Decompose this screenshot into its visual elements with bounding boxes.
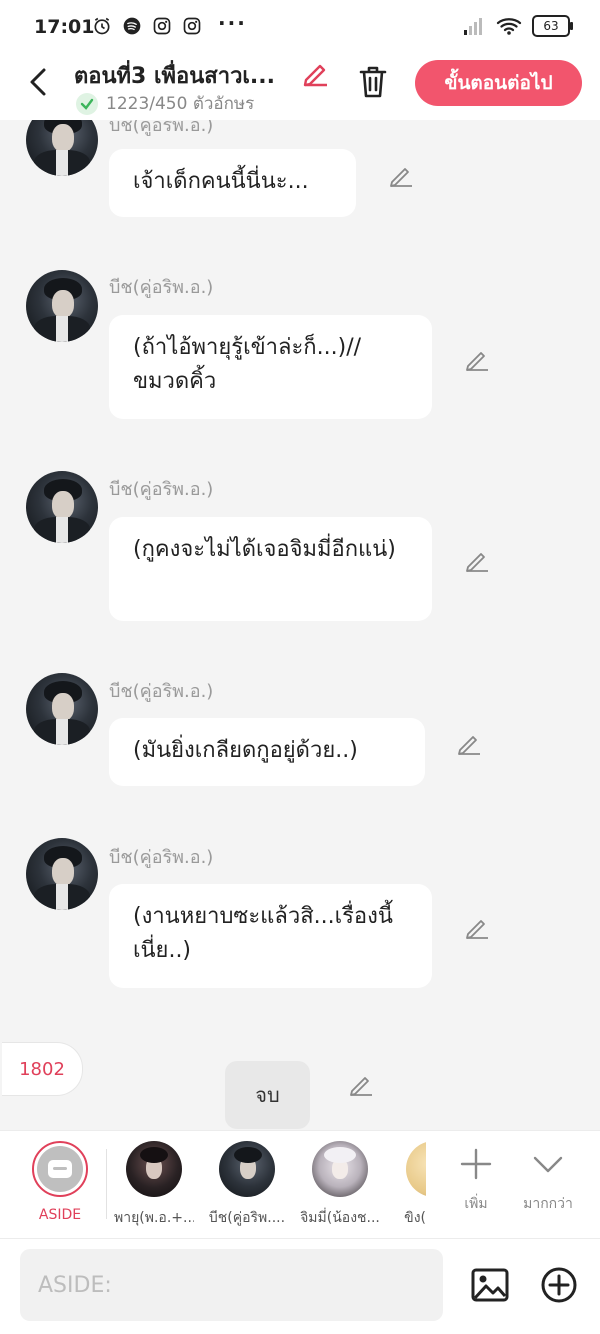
character-name: ขิง(	[404, 1210, 426, 1226]
signal-icon	[464, 18, 482, 35]
message-input[interactable]: ASIDE:	[20, 1249, 443, 1321]
wifi-icon	[496, 18, 522, 35]
add-label: เพิ่ม	[464, 1196, 488, 1212]
edit-message-icon[interactable]	[464, 547, 490, 573]
status-bar: 17:01 ··· 63	[0, 0, 600, 56]
message-bubble[interactable]: (ถ้าไอ้พายุรู้เข้าล่ะก็...)// ขมวดคิ้ว	[109, 315, 432, 419]
alarm-icon	[94, 17, 110, 35]
character-count: 1223/450 ตัวอักษร	[76, 90, 254, 117]
sender-name: บีช(คู่อริพ.อ.)	[109, 479, 214, 500]
aside-icon	[37, 1146, 83, 1192]
back-arrow-icon[interactable]	[24, 64, 54, 100]
edit-title-icon[interactable]	[300, 58, 330, 88]
top-app-bar: ตอนที่3 เพื่อนสาวเ... 1223/450 ตัวอักษร …	[0, 56, 600, 120]
character-name: บีช(คู่อริพ....	[208, 1210, 286, 1226]
character-avatar	[219, 1141, 275, 1197]
character-name: พายุ(พ.อ.+...	[114, 1210, 194, 1226]
end-bubble[interactable]: จบ	[225, 1061, 310, 1129]
avatar[interactable]	[26, 120, 98, 176]
character-avatar	[406, 1141, 426, 1197]
message-list[interactable]: บีช(คู่อริพ.อ.) เจ้าเด็กคนนี้นี่นะ... บี…	[0, 120, 600, 1130]
instagram-icon	[153, 17, 171, 35]
sender-name: บีช(คู่อริพ.อ.)	[109, 681, 214, 702]
instagram-icon	[183, 17, 201, 35]
edit-message-icon[interactable]	[464, 914, 490, 940]
next-step-button[interactable]: ขั้นตอนต่อไป	[415, 60, 582, 106]
more-button[interactable]: มากกว่า	[518, 1147, 578, 1215]
avatar[interactable]	[26, 838, 98, 910]
status-time: 17:01	[34, 16, 95, 38]
character-chip[interactable]: พายุ(พ.อ.+...	[114, 1141, 194, 1229]
edit-message-icon[interactable]	[464, 346, 490, 372]
message-bubble[interactable]: (มันยิ่งเกลียดกูอยู่ด้วย..)	[109, 718, 425, 786]
picker-divider	[106, 1149, 107, 1219]
spotify-icon	[123, 17, 141, 35]
edit-message-icon[interactable]	[456, 730, 482, 756]
edit-message-icon[interactable]	[388, 162, 414, 188]
trash-icon[interactable]	[357, 64, 389, 100]
add-character-button[interactable]: เพิ่ม	[446, 1147, 506, 1215]
add-circle-icon[interactable]	[540, 1266, 578, 1304]
image-icon[interactable]	[470, 1265, 510, 1305]
character-name: จิมมี่(น้องช...	[300, 1210, 380, 1226]
battery-icon: 63	[532, 15, 573, 37]
avatar[interactable]	[26, 471, 98, 543]
character-avatar	[126, 1141, 182, 1197]
message-bubble[interactable]: (กูคงจะไม่ได้เจอจิมมี่อีกแน่)	[109, 517, 432, 621]
character-count-text: 1223/450 ตัวอักษร	[106, 94, 255, 114]
character-name: ASIDE	[38, 1207, 82, 1223]
end-count-badge[interactable]: 1802	[2, 1042, 83, 1096]
sender-name: บีช(คู่อริพ.อ.)	[109, 120, 214, 136]
character-chip[interactable]: บีช(คู่อริพ....	[207, 1141, 287, 1229]
message-bubble[interactable]: (งานหยาบซะแล้วสิ...เรื่องนี้เนี่ย..)	[109, 884, 432, 988]
character-chip[interactable]: จิมมี่(น้องช...	[300, 1141, 380, 1229]
input-bar: ASIDE:	[0, 1238, 600, 1334]
message-bubble[interactable]: เจ้าเด็กคนนี้นี่นะ...	[109, 149, 356, 217]
more-notifications-icon: ···	[218, 11, 247, 35]
plus-icon	[460, 1148, 492, 1180]
more-label: มากกว่า	[523, 1196, 573, 1212]
edit-end-icon[interactable]	[348, 1071, 374, 1097]
sender-name: บีช(คู่อริพ.อ.)	[109, 277, 214, 298]
character-picker: ASIDE พายุ(พ.อ.+... บีช(คู่อริพ.... จิมม…	[0, 1130, 600, 1239]
episode-title: ตอนที่3 เพื่อนสาวเ...	[74, 64, 276, 89]
avatar[interactable]	[26, 673, 98, 745]
character-chip[interactable]: ขิง(	[388, 1141, 426, 1229]
chevron-down-icon	[533, 1156, 563, 1173]
sender-name: บีช(คู่อริพ.อ.)	[109, 847, 214, 868]
character-avatar	[312, 1141, 368, 1197]
check-icon	[76, 92, 98, 115]
character-aside[interactable]: ASIDE	[20, 1141, 100, 1223]
avatar[interactable]	[26, 270, 98, 342]
